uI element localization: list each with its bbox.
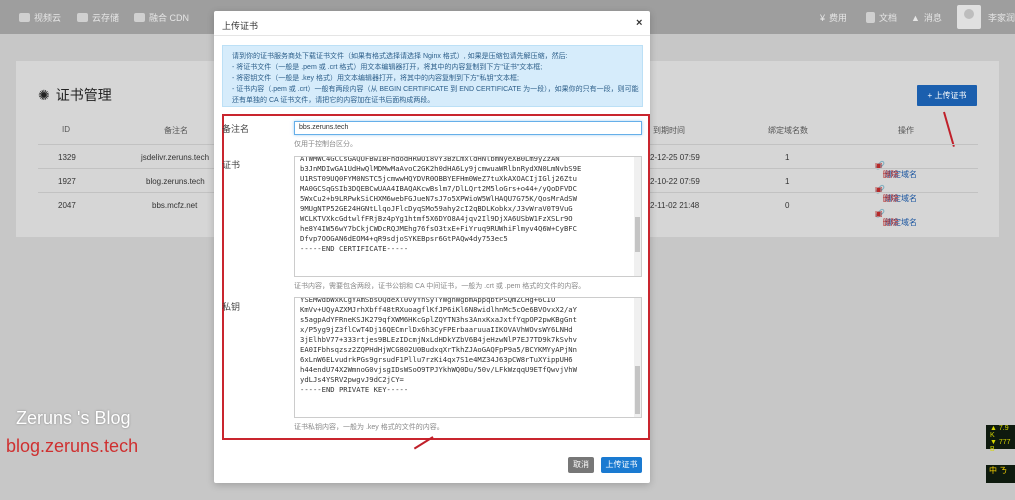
nav-docs[interactable]: 文档	[866, 11, 897, 24]
page-title: ✺ 证书管理	[38, 87, 112, 103]
certificate-textarea[interactable]: ATWMWC4GCCsGAQUFBwIBFhdodHRwOi8vY3BzLmxl…	[294, 156, 642, 277]
nav-cloud-storage[interactable]: 云存储	[77, 11, 119, 24]
nav-label: 文档	[879, 13, 898, 23]
watermark-title: Zeruns 's Blog	[16, 408, 131, 428]
alias-help: 仅用于控制台区分。	[294, 141, 357, 148]
watermark-url: blog.zeruns.tech	[6, 436, 139, 456]
cell-expire: 2-11-02 21:48	[650, 201, 700, 210]
cell-id: 2047	[58, 201, 76, 210]
alias-label: 备注名	[222, 124, 250, 134]
doc-icon	[866, 12, 875, 23]
dialog-header: 上传证书 ×	[214, 11, 650, 36]
certificate-content: ATWMWC4GCCsGAQUFBwIBFhdodHRwOi8vY3BzLmxl…	[300, 156, 582, 253]
bell-icon: ▲	[911, 12, 920, 23]
notice-line: - 将密钥文件（一般是 .key 格式）用文本编辑器打开，将其中的内容复制到下方…	[232, 75, 519, 82]
column-header: ID	[62, 125, 70, 134]
upload-speed: ▲ 7.9 K	[990, 425, 1009, 439]
cell-name: bbs.mcfz.net	[152, 201, 198, 210]
column-header: 操作	[898, 126, 914, 135]
cdn-icon	[134, 13, 145, 22]
cancel-button[interactable]: 取消	[568, 457, 594, 473]
scrollbar[interactable]	[634, 157, 641, 276]
cell-expire: 2-12-25 07:59	[650, 153, 700, 162]
private-key-help: 证书私钥内容，一般为 .key 格式的文件的内容。	[294, 424, 444, 431]
certificate-help: 证书内容，需要包含两段，证书公钥和 CA 中间证书，一般为 .crt 或 .pe…	[294, 283, 586, 290]
scrollbar[interactable]	[634, 298, 641, 417]
certificate-label: 证书	[222, 160, 241, 170]
cell-name: blog.zeruns.tech	[146, 177, 205, 186]
dialog-title: 上传证书	[222, 21, 259, 31]
nav-cdn[interactable]: 融合 CDN	[134, 11, 189, 24]
column-header: 备注名	[164, 126, 188, 135]
notice-line: - 将证书文件（一般是 .pem 或 .crt 格式）用文本编辑器打开，将其中的…	[232, 64, 543, 71]
notice-line: - 证书内容（.pem 或 .crt）一般有两段内容（从 BEGIN CERTI…	[232, 86, 639, 93]
nav-label: 融合 CDN	[149, 13, 189, 23]
gear-icon: ✺	[38, 87, 50, 103]
nav-messages[interactable]: ▲ 消息	[911, 11, 942, 24]
cell-count: 1	[785, 153, 790, 162]
username[interactable]: 李家润	[988, 11, 1015, 24]
notice-line: 还有单独的 CA 证书文件，请把它的内容加在证书后面构成两段。	[232, 97, 435, 104]
cell-name: jsdelivr.zeruns.tech	[141, 153, 210, 162]
private-key-content: YSEMwdbWxKCgYAmSbsOQdeXl0vyYnSyTYWgnWgbm…	[300, 297, 577, 394]
notice-line: 请到你的证书服务商处下载证书文件（如果有格式选择请选择 Nginx 格式）, 如…	[232, 53, 568, 60]
cell-id: 1927	[58, 177, 76, 186]
cell-id: 1329	[58, 153, 76, 162]
cloud-icon	[77, 13, 88, 22]
cell-expire: 2-10-22 07:59	[650, 177, 700, 186]
nav-label: 云存储	[92, 13, 120, 23]
scrollbar-thumb[interactable]	[635, 366, 640, 414]
column-header: 到期时间	[653, 126, 685, 135]
add-certificate-button[interactable]: + 上传证书	[917, 85, 977, 106]
scrollbar-thumb[interactable]	[635, 217, 640, 252]
yen-icon: ¥	[820, 12, 826, 23]
network-speed-widget: ▲ 7.9 K ▼ 777 B	[986, 425, 1015, 453]
nav-video-cloud[interactable]: 视频云	[19, 11, 61, 24]
cell-count: 0	[785, 201, 790, 210]
nav-label: 视频云	[34, 13, 62, 23]
nav-label: 消息	[923, 13, 942, 23]
instructions-notice: 请到你的证书服务商处下载证书文件（如果有格式选择请选择 Nginx 格式）, 如…	[222, 45, 643, 107]
delete-link[interactable]: ▣ 删除	[875, 209, 899, 227]
private-key-textarea[interactable]: YSEMwdbWxKCgYAmSbsOQdeXl0vyYnSyTYWgnWgbm…	[294, 297, 642, 418]
cell-count: 1	[785, 177, 790, 186]
avatar[interactable]	[957, 5, 981, 29]
video-icon	[19, 13, 30, 22]
nav-billing[interactable]: ¥ 费用	[820, 11, 847, 24]
ime-badge[interactable]: 中 ㄋ	[986, 465, 1015, 483]
close-icon[interactable]: ×	[636, 17, 642, 29]
upload-certificate-button[interactable]: 上传证书	[601, 457, 642, 473]
nav-label: 费用	[829, 13, 848, 23]
column-header: 绑定域名数	[768, 126, 808, 135]
upload-certificate-dialog: 上传证书 × 请到你的证书服务商处下载证书文件（如果有格式选择请选择 Nginx…	[214, 11, 650, 483]
download-speed: ▼ 777 B	[990, 439, 1011, 453]
private-key-label: 私钥	[222, 302, 241, 312]
alias-input[interactable]: bbs.zeruns.tech	[294, 121, 642, 135]
